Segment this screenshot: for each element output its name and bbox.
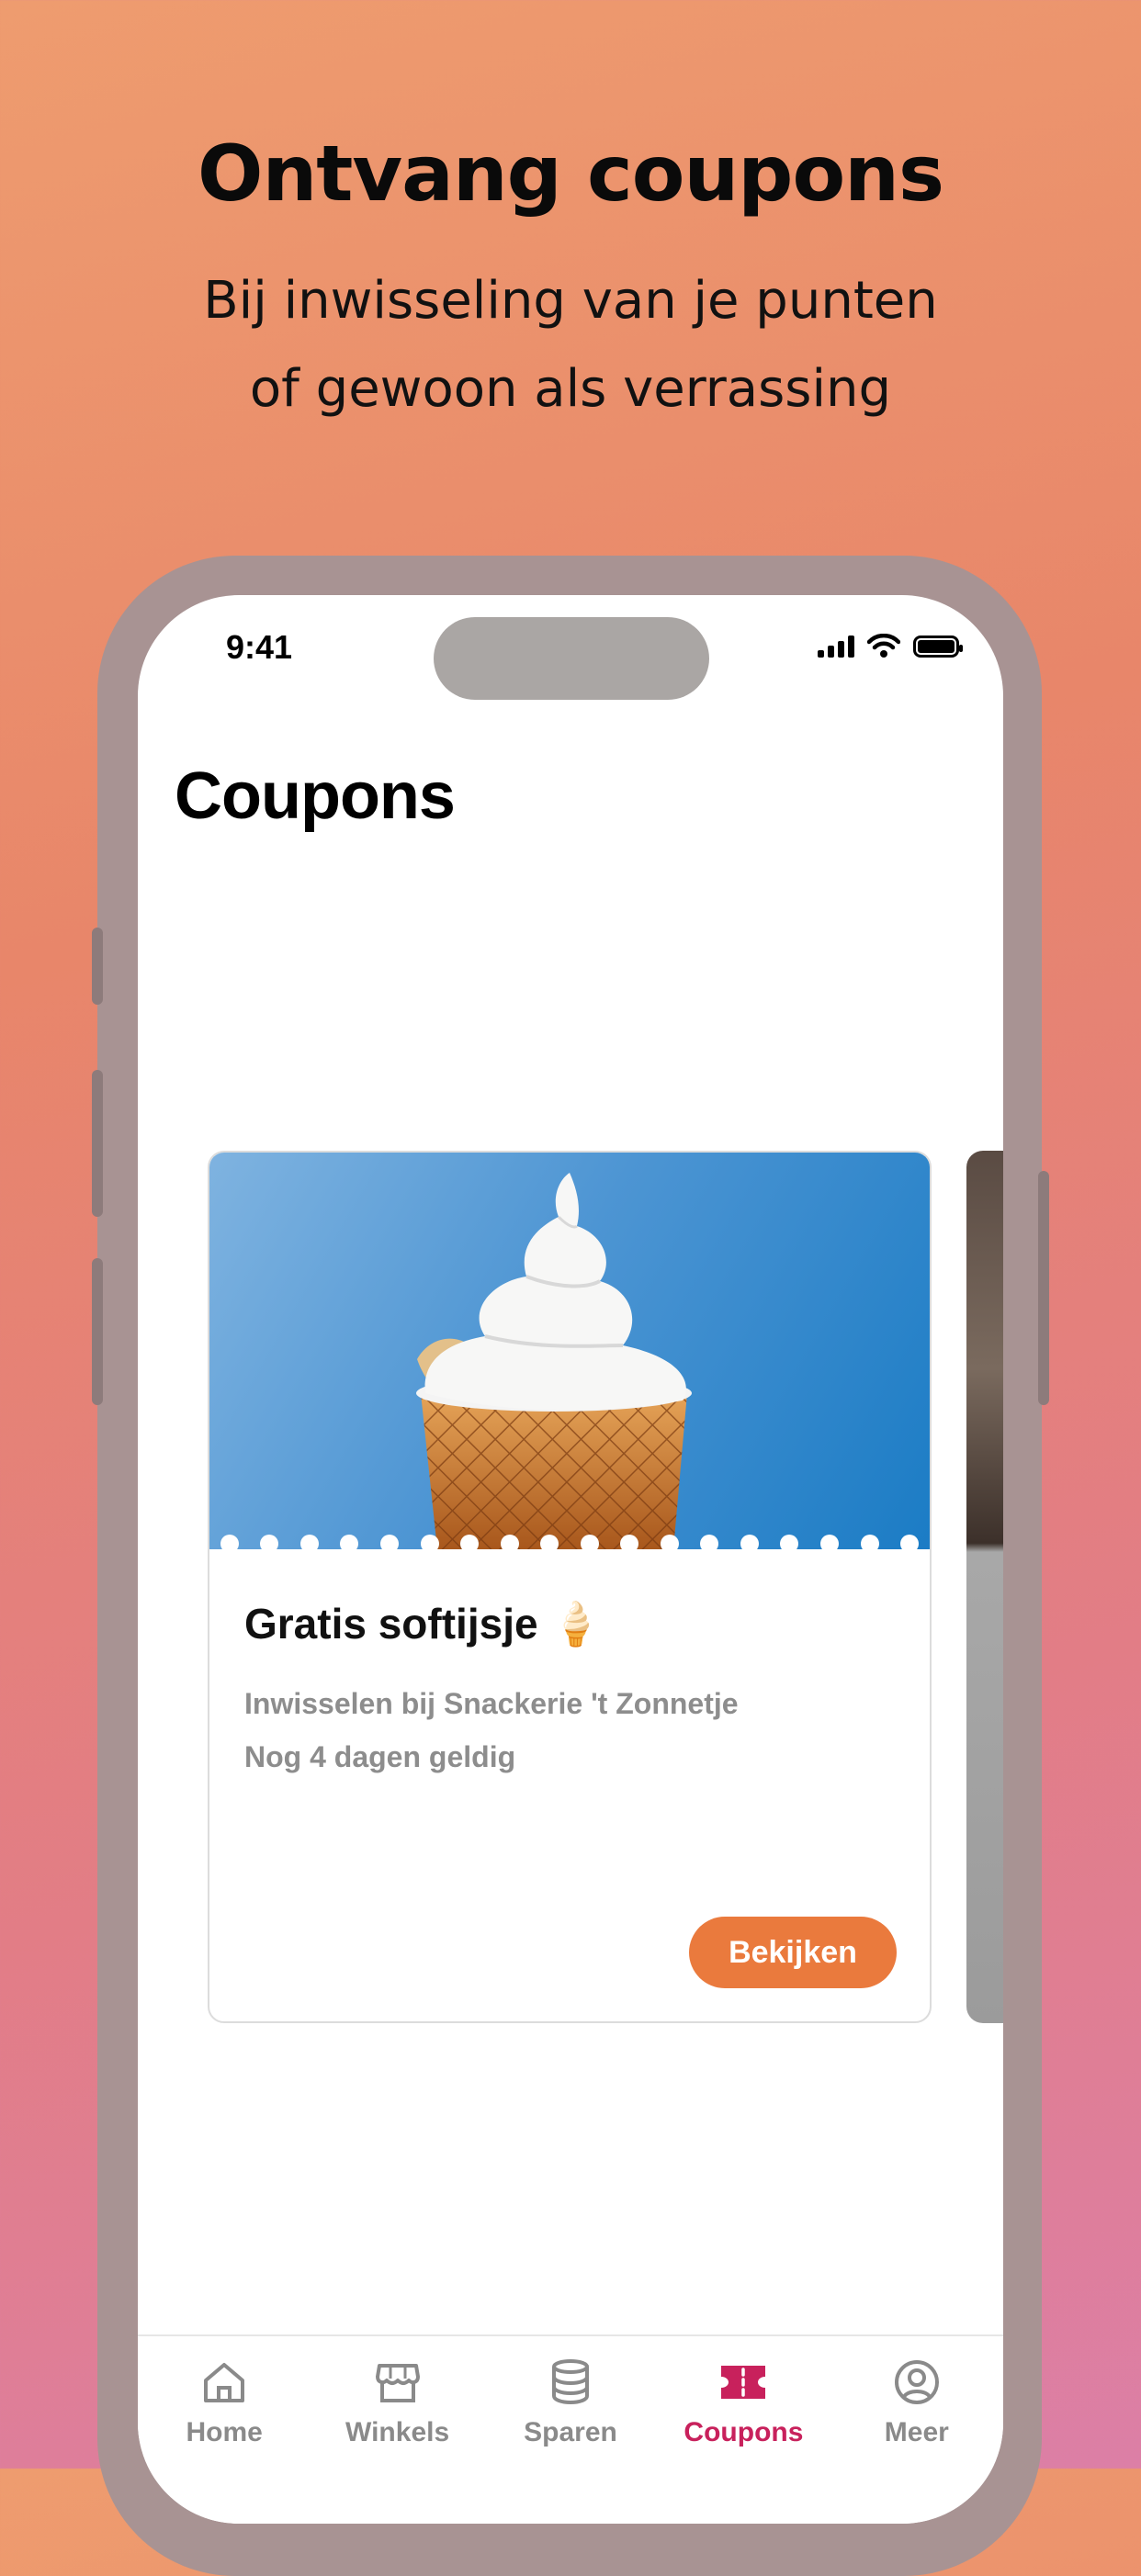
tab-label: Coupons [683,2417,804,2447]
phone-screen: 9:41 Coupons Gratis softijsje 🍦 Inwissel… [138,595,1003,2524]
coupon-validity: Nog 4 dagen geldig [244,1740,516,1773]
tab-label: Home [186,2417,263,2447]
tab-sparen[interactable]: Sparen [484,2336,657,2524]
user-circle-icon [894,2360,939,2404]
coupon-image [209,1153,930,1549]
coupon-location: Inwisselen bij Snackerie 't Zonnetje [244,1687,739,1720]
tab-coupons[interactable]: Coupons [657,2336,830,2524]
phone-volume-up [92,1070,103,1217]
promo-subtitle: Bij inwisseling van je punten of gewoon … [0,257,1141,433]
ticket-icon [721,2366,766,2399]
phone-volume-down [92,1258,103,1405]
home-icon [204,2363,245,2402]
dynamic-island [434,617,709,700]
status-icons [818,634,963,658]
promo-subtitle-line-1: Bij inwisseling van je punten [203,271,938,331]
softserve-illustration [416,1173,692,1549]
phone-power-button [1038,1171,1049,1405]
coins-icon [552,2359,590,2405]
page-title: Coupons [175,759,456,833]
wifi-icon [867,634,900,658]
promo-subtitle-line-2: of gewoon als verrassing [249,359,892,419]
store-icon [375,2364,420,2402]
status-time: 9:41 [226,628,293,666]
tab-meer[interactable]: Meer [830,2336,1003,2524]
coupon-title: Gratis softijsje 🍦 [244,1600,603,1648]
next-coupon-card-peek[interactable] [966,1151,1003,2023]
battery-icon [913,636,963,658]
tab-bar: Home Winkels Sparen Coupons Meer [138,2334,1003,2524]
tab-winkels[interactable]: Winkels [311,2336,483,2524]
phone-side-button [92,928,103,1005]
coupon-card[interactable]: Gratis softijsje 🍦 Inwisselen bij Snacke… [208,1151,932,2023]
promo-title: Ontvang coupons [198,129,944,219]
tab-label: Winkels [345,2417,450,2447]
signal-icon [818,636,854,658]
tab-home[interactable]: Home [138,2336,311,2524]
coupon-perforation [209,1535,930,1553]
view-coupon-button[interactable]: Bekijken [689,1917,897,1988]
tab-label: Sparen [524,2417,617,2447]
tab-label: Meer [884,2417,949,2447]
